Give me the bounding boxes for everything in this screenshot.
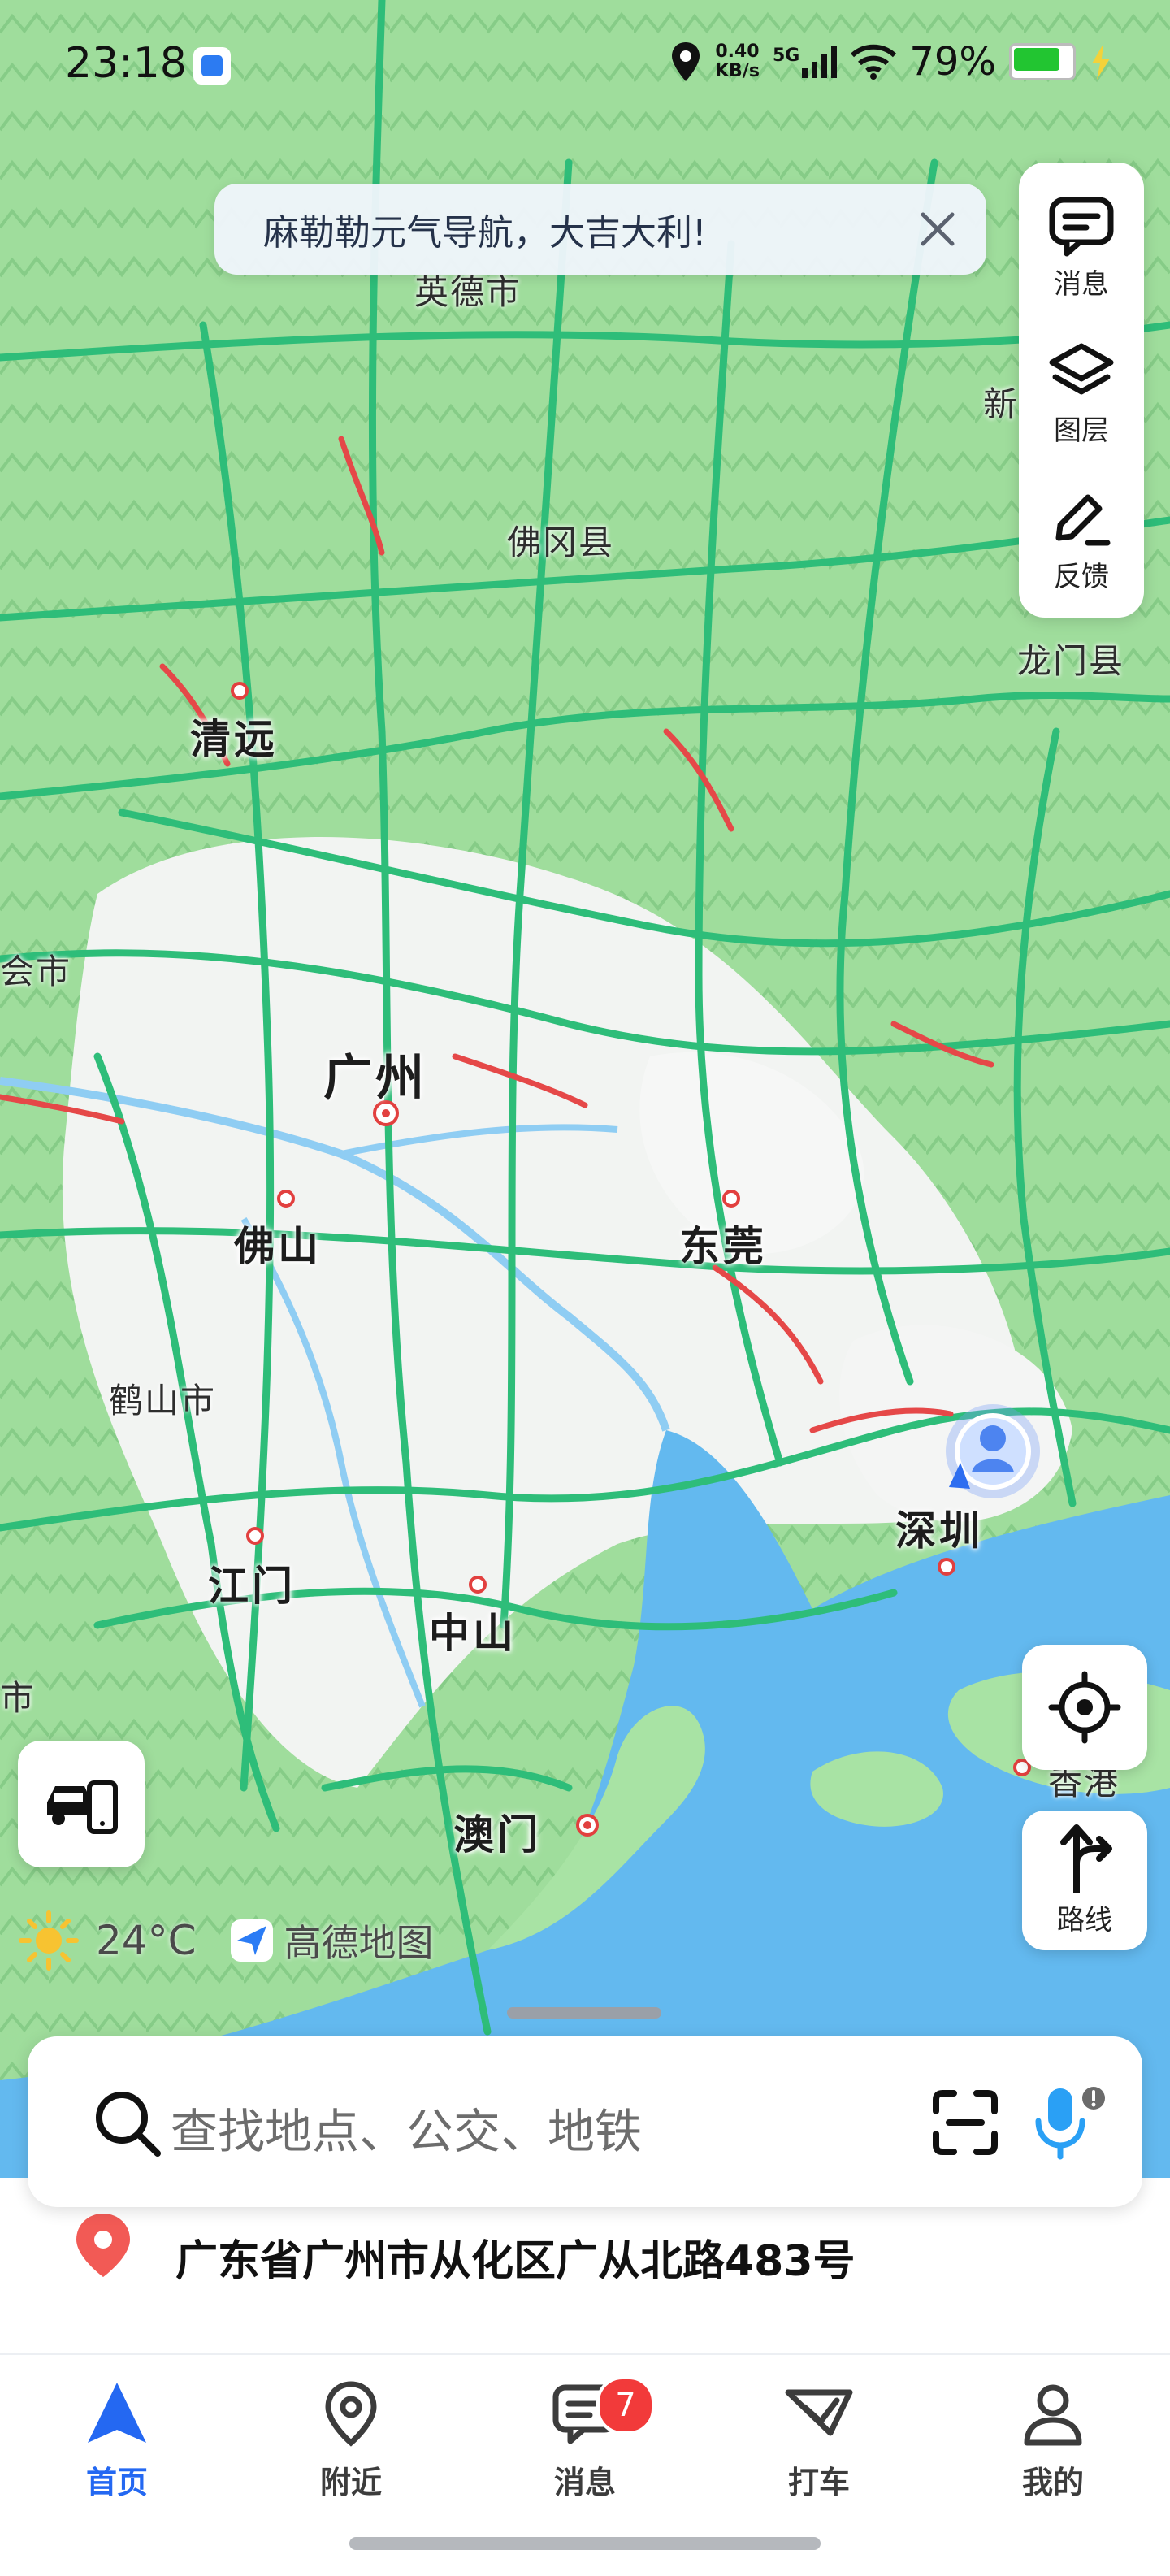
network-type: 5G [772,46,800,66]
profile-icon [1024,2384,1082,2446]
tab-messages[interactable]: 消息 7 [504,2376,666,2509]
side-layers-label: 图层 [1054,414,1109,447]
map-label-longmen[interactable]: 龙门县 [1017,634,1124,683]
map-label-jiangmen[interactable]: 江门 [208,1554,296,1612]
status-time: 23:18 [65,39,187,88]
map-label-shi[interactable]: 市 [0,1671,36,1720]
map-label-qingyuan[interactable]: 清远 [190,707,278,765]
app-notification-icon [193,47,231,85]
tab-profile-label: 我的 [1021,2465,1084,2500]
car-mode-button[interactable] [18,1741,145,1867]
banner-close-button[interactable] [907,198,968,260]
tab-home[interactable]: 首页 [36,2379,198,2509]
side-layers-button[interactable]: 图层 [1019,325,1144,463]
tab-taxi-label: 打车 [787,2465,850,2500]
route-button[interactable]: 路线 [1022,1811,1147,1950]
voice-search-button[interactable] [1020,2077,1110,2166]
temperature: 24°C [96,1917,197,1964]
map-label-xin[interactable]: 新 [983,377,1019,427]
tab-messages-label: 消息 [553,2465,616,2500]
tab-nearby[interactable]: 附近 [270,2379,432,2509]
navigation-arrow-icon [88,2383,146,2443]
map-label-dongguan[interactable]: 东莞 [679,1214,767,1273]
map-label-guangzhou[interactable]: 广州 [323,1039,427,1109]
wifi-icon [851,44,897,80]
side-feedback-label: 反馈 [1054,560,1109,593]
search-placeholder: 查找地点、公交、地铁 [171,2104,643,2159]
scan-button[interactable] [925,2082,1006,2163]
status-bar: 23:18 0.40 KB/s 5G 79% [0,0,1170,122]
map-label-zhongshan[interactable]: 中山 [429,1601,517,1659]
layers-icon [1049,343,1114,394]
network-speed-unit: KB/s [714,61,760,81]
microphone-icon [1035,2087,1105,2160]
battery-icon [1009,43,1076,80]
battery-percent: 79% [909,39,996,85]
side-message-button[interactable]: 消息 [1019,179,1144,317]
weather-widget[interactable]: 24°C 高德地图 [16,1908,434,1973]
network-speed: 0.40 [715,41,760,62]
banner-text: 麻勒勒元气导航，大吉大利! [263,212,707,254]
close-icon [921,212,955,246]
address-text: 广东省广州市从化区广从北路483号 [176,2237,856,2286]
map-label-macau[interactable]: 澳门 [453,1802,541,1861]
tab-nearby-label: 附近 [319,2465,382,2500]
map-label-foshan[interactable]: 佛山 [234,1214,322,1273]
location-pin-icon [325,2381,377,2447]
home-indicator[interactable] [349,2537,821,2550]
tab-home-label: 首页 [85,2465,148,2500]
crosshair-icon [1048,1671,1121,1744]
side-message-label: 消息 [1054,267,1109,301]
search-icon [96,2092,161,2157]
locate-button[interactable] [1022,1645,1147,1770]
amap-logo-icon [230,1919,273,1962]
signal-icon [802,46,838,78]
car-phone-icon [47,1780,118,1834]
messages-badge: 7 [596,2376,655,2435]
scan-icon [933,2090,998,2155]
drawer-handle[interactable] [507,2007,661,2019]
tab-profile[interactable]: 我的 [972,2379,1134,2509]
map-label-shenzhen[interactable]: 深圳 [895,1498,983,1557]
route-label: 路线 [1057,1903,1112,1936]
location-icon [671,42,700,81]
route-turn-icon [1060,1824,1112,1893]
map-canvas[interactable] [0,0,1170,2194]
brand-name: 高德地图 [284,1921,434,1965]
sun-icon [19,1910,79,1971]
feedback-pen-icon [1055,494,1111,545]
map-label-fogang[interactable]: 佛冈县 [507,515,614,565]
charging-icon [1092,44,1110,80]
side-feedback-button[interactable]: 反馈 [1019,471,1144,609]
voice-pack-banner[interactable]: 麻勒勒元气导航，大吉大利! [214,184,986,275]
tab-taxi[interactable]: 打车 [738,2379,900,2509]
location-pin-icon [76,2214,130,2277]
taxi-icon [785,2389,853,2436]
map-side-panel: 消息 图层 反馈 [1019,163,1144,618]
map-label-huishi[interactable]: 会市 [0,944,72,994]
user-location-marker [946,1404,1040,1498]
search-bar[interactable]: 查找地点、公交、地铁 [28,2036,1142,2207]
message-icon [1049,197,1114,256]
map-label-heshan[interactable]: 鹤山市 [109,1373,216,1423]
